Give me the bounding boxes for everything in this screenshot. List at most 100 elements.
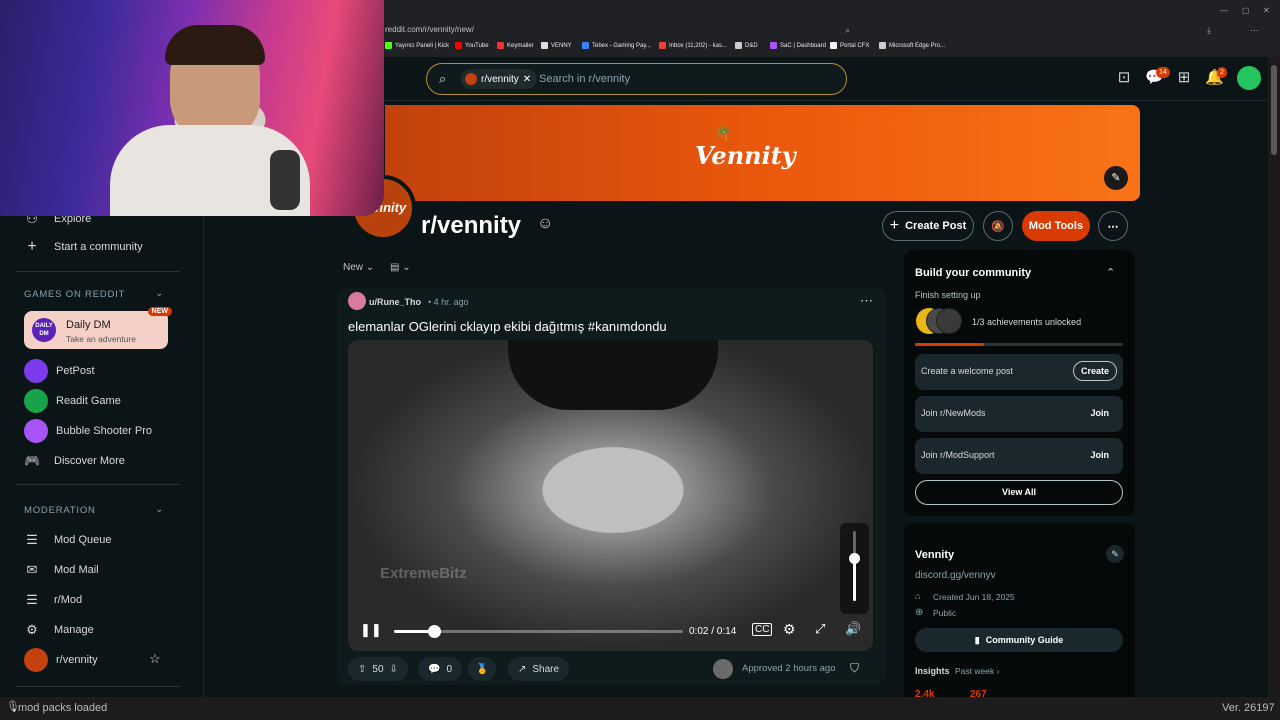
about-panel: Vennity ✎ discord.gg/vennyv ⌂ Created Ju… xyxy=(904,523,1135,703)
chevron-down-icon[interactable]: ⌄ xyxy=(155,288,163,299)
daily-dm-title: Daily DM xyxy=(66,319,111,331)
volume-panel[interactable] xyxy=(840,523,869,614)
bookmark-label: VENNY xyxy=(551,42,572,49)
sidebar-item-mod-queue[interactable]: ☰ Mod Queue xyxy=(24,532,111,548)
plus-icon: + xyxy=(27,238,37,255)
sidebar-item-vennity[interactable]: r/vennity xyxy=(24,648,98,672)
more-options-button[interactable]: ⋯ xyxy=(1098,211,1128,241)
customize-icon[interactable]: ☺ xyxy=(537,215,553,233)
community-guide-button[interactable]: ▮ Community Guide xyxy=(915,628,1123,652)
task-join-modsupport[interactable]: Join r/ModSupport Join xyxy=(915,438,1123,474)
post-title[interactable]: elemanlar OGlerini cklayıp ekibi dağıtmı… xyxy=(348,319,667,334)
sidebar-item-label: Discover More xyxy=(54,455,125,467)
edit-about-icon[interactable]: ✎ xyxy=(1106,545,1124,563)
vote-bar[interactable]: ⇧ 50 ⇩ xyxy=(348,657,408,681)
palm-icon: 🌴 xyxy=(715,125,733,141)
about-link[interactable]: discord.gg/vennyv xyxy=(915,570,996,581)
view-toggle[interactable]: ▤ ⌄ xyxy=(390,262,411,273)
bookmark-item[interactable]: Inbox (11,202) - kas... xyxy=(659,42,727,49)
video-player[interactable]: ExtremeBitz ❚❚ 0:02 / 0:14 CC ⚙ ⤢ 🔊 xyxy=(348,340,873,651)
pause-icon[interactable]: ❚❚ xyxy=(360,622,382,638)
chevron-up-icon[interactable]: ⌃ xyxy=(1106,266,1115,279)
seek-bar[interactable] xyxy=(394,625,683,638)
seek-knob[interactable] xyxy=(428,625,442,638)
volume-icon[interactable]: 🔊 xyxy=(845,621,861,637)
search-input[interactable]: ⌕ r/vennity ✕ Search in r/vennity xyxy=(426,63,847,95)
join-newmods-button[interactable]: Join xyxy=(1090,408,1109,418)
bookmark-item[interactable]: Keymailer xyxy=(497,42,534,49)
banner-logo: Vennity xyxy=(695,141,796,170)
create-welcome-button[interactable]: Create xyxy=(1072,361,1117,381)
comment-count: 0 xyxy=(446,663,453,675)
volume-track[interactable] xyxy=(849,531,860,601)
bookmark-item[interactable]: YouTube xyxy=(455,42,489,49)
create-post-label: Create Post xyxy=(905,220,967,232)
sidebar-item-mod-mail[interactable]: ✉ Mod Mail xyxy=(24,562,99,578)
sidebar-item-label: Manage xyxy=(54,624,94,636)
star-icon[interactable]: ☆ xyxy=(149,651,161,667)
edit-banner-icon[interactable]: ✎ xyxy=(1104,166,1128,190)
sidebar-item-petpost[interactable]: PetPost xyxy=(24,359,95,383)
ad-icon[interactable]: ⊡ xyxy=(1115,69,1133,87)
sidebar-item-rmod[interactable]: ☰ r/Mod xyxy=(24,592,82,608)
chevron-down-icon[interactable]: ⌄ xyxy=(155,504,163,515)
shield-icon[interactable]: ⛉ xyxy=(850,661,859,676)
bookmark-item[interactable]: Portal CFX xyxy=(830,42,869,49)
task-welcome-post[interactable]: Create a welcome post Create xyxy=(915,354,1123,390)
bookmark-item[interactable]: VENNY xyxy=(541,42,572,49)
menu-icon[interactable]: ⋯ xyxy=(1250,25,1259,36)
bookmark-item[interactable]: Tebex - Gaming Pay... xyxy=(582,42,651,49)
fullscreen-icon[interactable]: ⤢ xyxy=(815,621,825,637)
scrollbar[interactable] xyxy=(1268,57,1280,697)
view-all-button[interactable]: View All xyxy=(915,480,1123,505)
maximize-icon[interactable]: ▢ xyxy=(1242,6,1250,15)
minimize-icon[interactable]: — xyxy=(1220,6,1228,15)
bookmark-label: D&D xyxy=(745,42,758,49)
vennity-avatar xyxy=(24,648,48,672)
create-icon[interactable]: ⊞ xyxy=(1175,69,1193,87)
bookmark-icon xyxy=(582,42,589,49)
bookmark-item[interactable]: D&D xyxy=(735,42,758,49)
post-author[interactable]: u/Rune_Tho xyxy=(369,297,421,307)
join-modsupport-button[interactable]: Join xyxy=(1090,450,1109,460)
close-icon[interactable]: ✕ xyxy=(1263,6,1270,15)
task-join-newmods[interactable]: Join r/NewMods Join xyxy=(915,396,1123,432)
downvote-icon[interactable]: ⇩ xyxy=(390,664,398,675)
mod-tools-button[interactable]: Mod Tools xyxy=(1022,211,1090,241)
share-button[interactable]: ↗ Share xyxy=(508,657,570,681)
daily-dm-card[interactable]: DAILY DM Daily DM Take an adventure NEW xyxy=(24,307,172,349)
community-guide-label: Community Guide xyxy=(985,635,1064,645)
author-avatar[interactable] xyxy=(348,292,366,310)
zoom-icon[interactable]: ⌕ xyxy=(845,25,850,36)
comments-button[interactable]: 💬 0 xyxy=(418,657,463,681)
volume-knob[interactable] xyxy=(849,553,860,564)
mute-notifications-button[interactable]: 🔕 xyxy=(983,211,1013,241)
user-avatar[interactable] xyxy=(1237,66,1261,90)
upvote-icon[interactable]: ⇧ xyxy=(358,664,366,675)
share-icon: ↗ xyxy=(518,663,527,675)
task-label: Join r/NewMods xyxy=(921,408,986,418)
insights-period[interactable]: Past week › xyxy=(955,666,999,676)
about-name: Vennity xyxy=(915,549,955,561)
sort-dropdown[interactable]: New ⌄ xyxy=(343,262,374,273)
sidebar-item-bubble-shooter[interactable]: Bubble Shooter Pro xyxy=(24,419,152,443)
award-button[interactable]: 🏅 xyxy=(468,657,497,681)
post-menu-icon[interactable]: ⋯ xyxy=(860,293,873,309)
address-bar[interactable]: reddit.com/r/vennity/new/ xyxy=(385,22,915,38)
scrollbar-thumb[interactable] xyxy=(1271,65,1277,155)
sidebar-item-readit-game[interactable]: Readit Game xyxy=(24,389,121,413)
bookmark-label: Keymailer xyxy=(507,42,534,49)
sidebar-item-start-community[interactable]: + Start a community xyxy=(24,238,142,255)
create-post-button[interactable]: + Create Post xyxy=(882,211,974,241)
search-icon: ⌕ xyxy=(439,71,447,86)
bookmark-item[interactable]: SaC | Dashboard xyxy=(770,42,826,49)
bookmark-item[interactable]: Yayıncı Paneli | Kick xyxy=(385,42,449,49)
sidebar-item-discover-more[interactable]: 🎮 Discover More xyxy=(24,453,125,469)
search-scope-chip[interactable]: r/vennity ✕ xyxy=(461,69,538,89)
bookmark-item[interactable]: Microsoft Edge Pro... xyxy=(879,42,945,49)
chip-close-icon[interactable]: ✕ xyxy=(523,74,531,85)
settings-gear-icon[interactable]: ⚙ xyxy=(783,621,796,638)
download-icon[interactable]: ⤓ xyxy=(1207,25,1211,36)
captions-icon[interactable]: CC xyxy=(752,623,773,636)
sidebar-item-manage[interactable]: ⚙ Manage xyxy=(24,622,94,638)
